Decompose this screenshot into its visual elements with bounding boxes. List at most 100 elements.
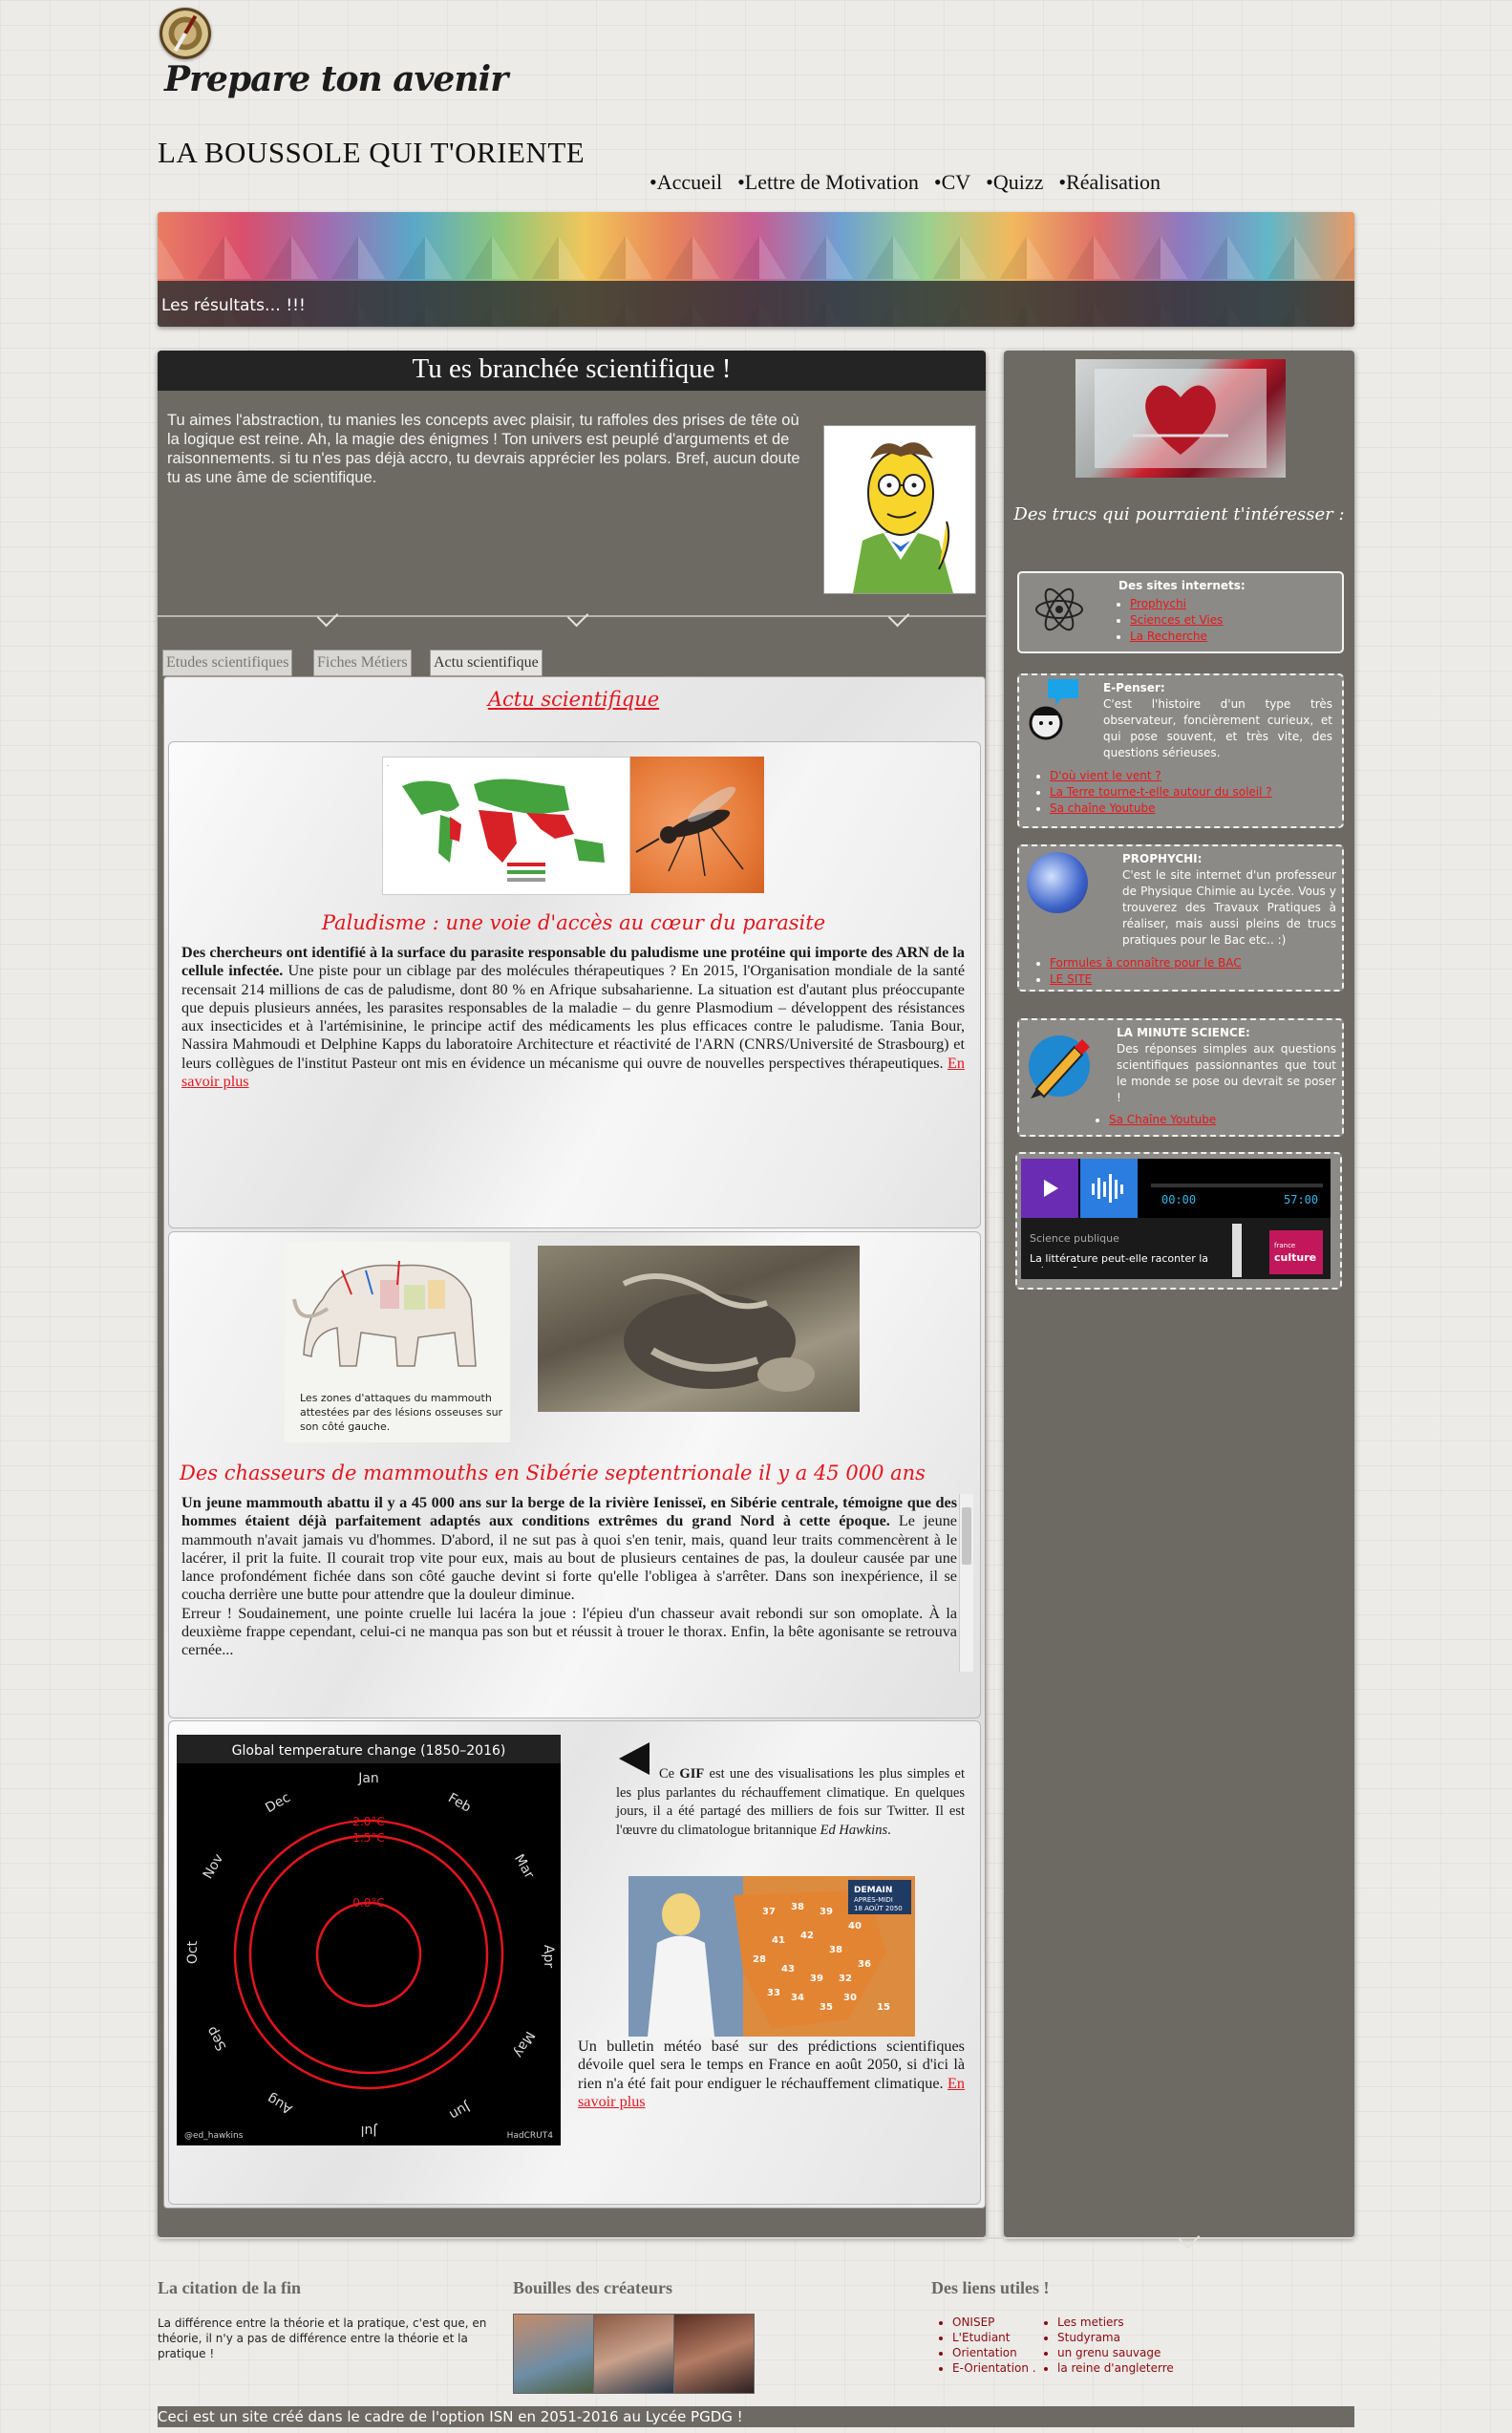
e-penser-box: E-Penser: C'est l'histoire d'un type trè… [1017,673,1344,828]
article-body: Des chercheurs ont identifié à la surfac… [181,944,965,1091]
meteo-temperature: 32 [839,1974,852,1984]
link-youtube-minute-science[interactable]: Sa Chaîne Youtube [1109,1113,1216,1126]
quote-heading: La citation de la fin [158,2278,302,2297]
site-title[interactable]: LA BOUSSOLE QUI T'ORIENTE [158,136,585,170]
link-la-recherche[interactable]: La Recherche [1130,630,1207,643]
link-sciences-et-vies[interactable]: Sciences et Vies [1130,613,1223,627]
prophychi-logo-icon [1027,852,1088,913]
link-studyrama[interactable]: Studyrama [1057,2330,1174,2345]
result-title: Tu es branchée scientifique ! [412,353,732,384]
malaria-map-image: . [382,757,630,895]
link-vent[interactable]: D'où vient le vent ? [1050,769,1161,782]
tab-fiches-metiers[interactable]: Fiches Métiers [313,650,412,676]
site-tagline: Prepare ton avenir [164,59,508,99]
link-letudiant[interactable]: L'Etudiant [952,2330,1036,2345]
meteo-temperature: 43 [781,1964,795,1974]
gif-description: Ce GIF est une des visualisations les pl… [616,1765,965,1840]
nav-cv[interactable]: •CV [934,170,970,195]
tab-content-title[interactable]: Actu scientifique [163,688,984,711]
minute-science-box: LA MINUTE SCIENCE: Des réponses simples … [1017,1018,1344,1137]
link-orientation[interactable]: Orientation [952,2345,1036,2360]
link-onisep[interactable]: ONISEP [952,2315,1036,2330]
link-e-orientation[interactable]: E-Orientation . [952,2360,1036,2376]
tab-actu-scientifique[interactable]: Actu scientifique [430,650,543,676]
link-les-metiers[interactable]: Les metiers [1057,2315,1174,2330]
meteo-temperature: 38 [791,1902,804,1912]
box-heading: LA MINUTE SCIENCE: [1117,1026,1250,1039]
banner-caption-bar [158,281,1354,327]
sites-list: Prophychi Sciences et Vies La Recherche [1113,596,1223,645]
link-terre-soleil[interactable]: La Terre tourne-t-elle autour du soleil … [1050,785,1272,799]
meteo-temperature: 39 [810,1974,823,1984]
prophychi-box: PROPHYCHI: C'est le site internet d'un p… [1017,844,1344,992]
tab-etudes-scientifiques[interactable]: Etudes scientifiques [162,650,293,676]
meteo-temperature: 37 [762,1907,776,1917]
creator-photo [673,2314,755,2394]
nav-lettre-de-motivation[interactable]: •Lettre de Motivation [737,170,919,195]
meteo-temperature: 38 [829,1945,842,1955]
nav-accueil[interactable]: •Accueil [650,170,722,195]
svg-text:.: . [387,761,389,768]
ring-label-0-0: 0.0°C [352,1896,384,1910]
meteo-temperature: 30 [843,1993,857,2003]
article-scroll-area[interactable]: Un jeune mammouth abattu il y a 45 000 a… [181,1494,957,1672]
footer-credit: Ceci est un site créé dans le cadre de l… [158,2406,1354,2427]
meteo-temperature: 42 [800,1931,814,1941]
link-grenu-sauvage[interactable]: un grenu sauvage [1057,2345,1174,2360]
waveform-icon [1080,1159,1138,1218]
e-penser-icon [1023,677,1080,744]
article-text: Une piste pour un ciblage par des molécu… [181,962,965,1072]
gif-title: Global temperature change (1850–2016) [232,1743,506,1759]
main-nav: •Accueil •Lettre de Motivation •CV •Quiz… [650,170,1161,195]
meteo-temperature: 36 [858,1959,871,1970]
progress-bar[interactable] [1151,1184,1323,1187]
scrollbar-thumb[interactable] [962,1507,971,1565]
episode-scrollbar[interactable] [1232,1224,1242,1277]
professor-frink-image [823,425,976,594]
month-label: Jul [361,2123,378,2138]
links-heading: Des liens utiles ! [931,2278,1050,2297]
box-heading: Des sites internets: [1118,579,1246,592]
nav-quizz[interactable]: •Quizz [986,170,1043,195]
meteo-label: DEMAIN [854,1886,892,1895]
podcast-show: Science publique [1030,1232,1119,1245]
excavation-image [538,1246,860,1412]
meteo-temperature: 33 [767,1988,780,1998]
link-reine-angleterre[interactable]: la reine d'angleterre [1057,2360,1174,2376]
e-penser-links: D'où vient le vent ? La Terre tourne-t-e… [1033,768,1346,817]
prophychi-links: Formules à connaître pour le BAC LE SITE [1033,955,1346,988]
banner: Les résultats… !!! [158,212,1354,327]
play-icon [1044,1180,1058,1197]
useful-links-col2: Les metiers Studyrama un grenu sauvage l… [1044,2315,1174,2376]
link-youtube-e-penser[interactable]: Sa chaîne Youtube [1050,801,1155,815]
link-formules-bac[interactable]: Formules à connaître pour le BAC [1050,956,1242,970]
gif-credit: @ed_hawkins [184,2131,244,2141]
article-scrollbar[interactable] [959,1494,973,1672]
meteo-description: Un bulletin météo basé sur des prédictio… [578,2038,965,2111]
box-description: C'est l'histoire d'un type très observat… [1103,697,1332,759]
article-body: Un jeune mammouth abattu il y a 45 000 a… [181,1494,957,1660]
quote-text: La différence entre la théorie et la pra… [158,2316,487,2360]
gif-text: . [887,1822,891,1838]
link-prophychi[interactable]: Prophychi [1130,597,1186,610]
meteo-text: Un bulletin météo basé sur des prédictio… [578,2038,965,2092]
climate-spiral-gif: Global temperature change (1850–2016) 2.… [177,1735,561,2145]
box-description: Des réponses simples aux questions scien… [1117,1042,1336,1104]
banner-caption: Les résultats… !!! [161,296,306,315]
time-start: 00:00 [1161,1193,1197,1206]
ring-label-1-5: 1.5°C [352,1831,384,1845]
creator-photo [513,2314,594,2394]
mammoth-image-caption: Les zones d'attaques du mammouth attesté… [300,1392,503,1433]
sidebar-title: Des trucs qui pourraient t'intéresser : [1013,504,1345,524]
useful-links-col1: ONISEP L'Etudiant Orientation E-Orientat… [939,2315,1036,2376]
article-lead: Un jeune mammouth abattu il y a 45 000 a… [181,1494,957,1530]
box-heading: E-Penser: [1103,681,1165,694]
meteo-temperature: 28 [753,1954,766,1965]
ring-label-2-0: 2.0°C [352,1815,384,1828]
mosquito-image [630,757,764,893]
nav-realisation[interactable]: •Réalisation [1058,170,1161,195]
meteo-temperature: 39 [820,1907,833,1917]
meteo-temperature: 34 [791,1993,804,2003]
play-button[interactable] [1021,1159,1078,1218]
link-le-site[interactable]: LE SITE [1050,972,1092,986]
